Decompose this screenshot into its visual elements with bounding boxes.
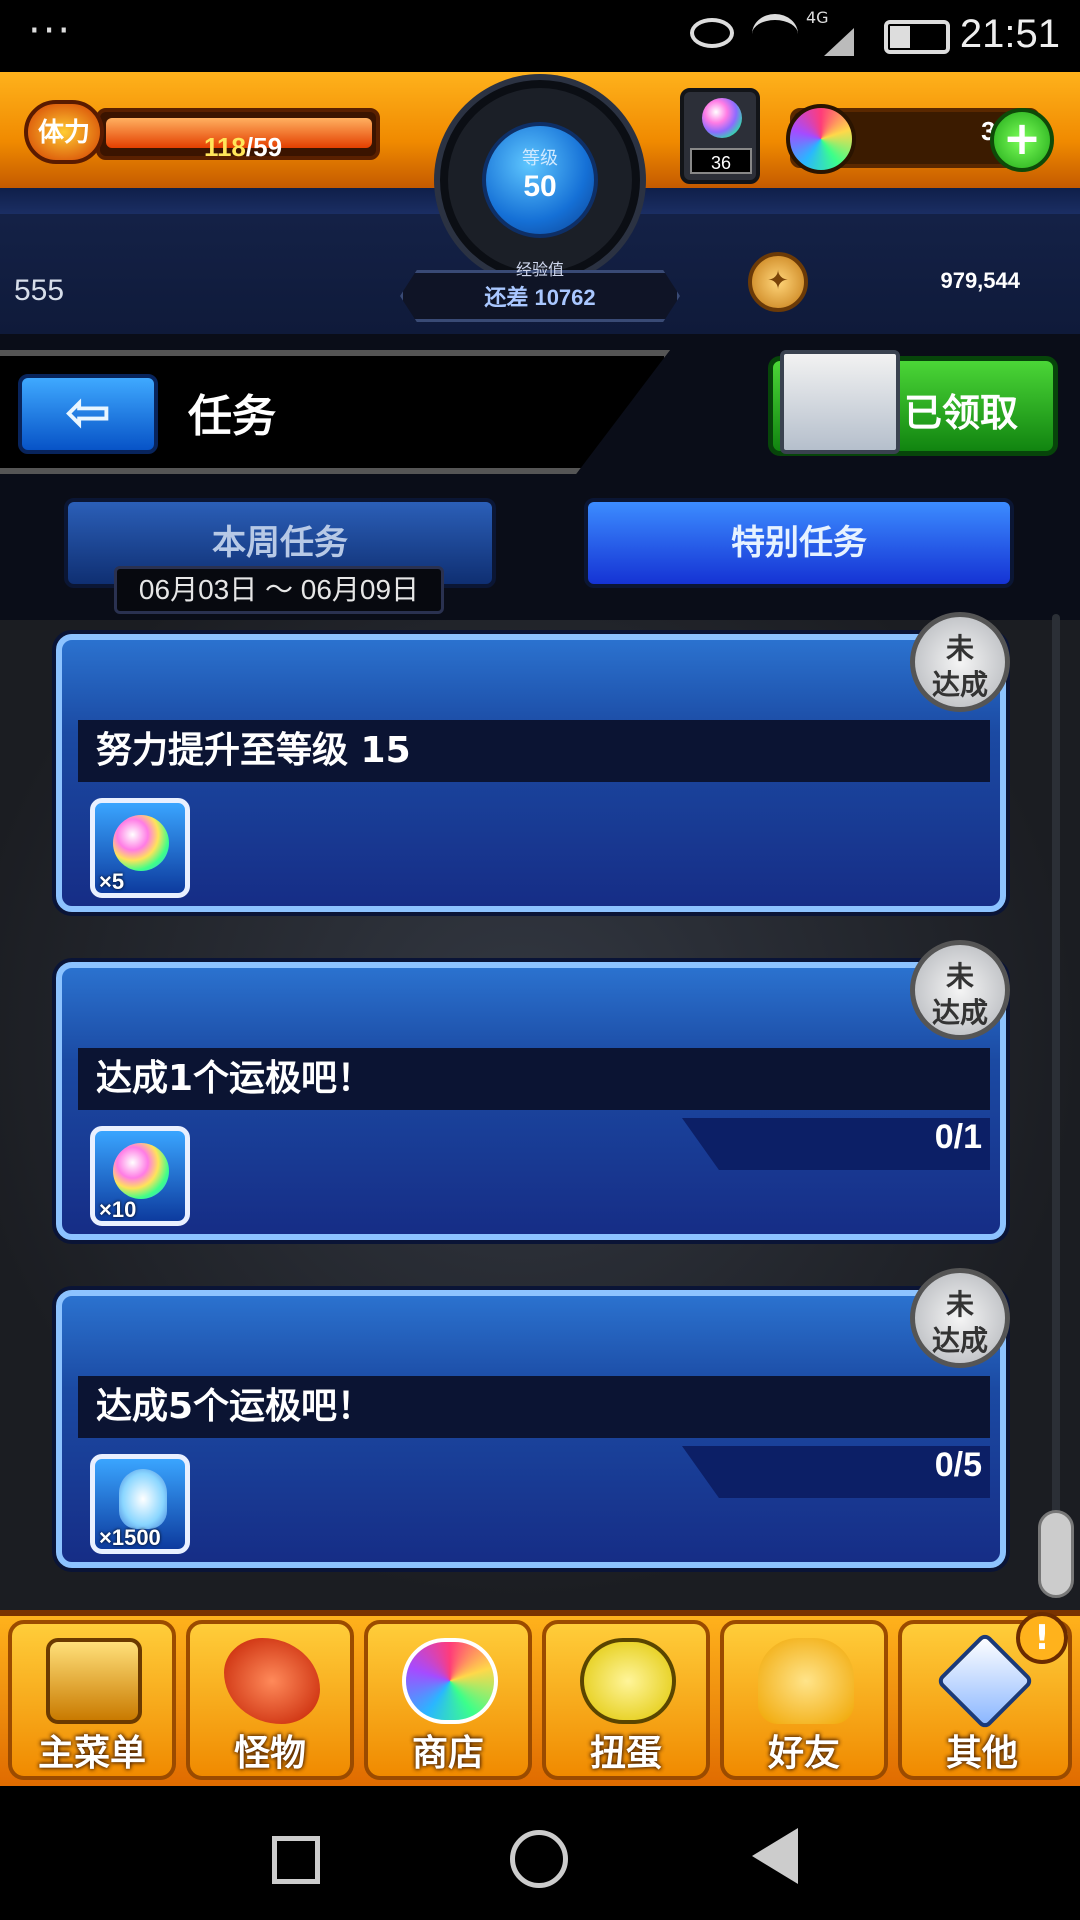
reward-item: ×5 bbox=[90, 798, 190, 898]
network-type: 4G bbox=[806, 8, 829, 27]
alert-badge: ! bbox=[1016, 1612, 1068, 1664]
level-badge: 等级 50 bbox=[482, 122, 598, 238]
tab-special[interactable]: 特别任务 bbox=[584, 498, 1014, 588]
orb-icon bbox=[113, 1143, 169, 1199]
nav-main-menu[interactable]: 主菜单 bbox=[8, 1620, 176, 1780]
recent-apps-button[interactable] bbox=[272, 1836, 320, 1884]
level-ring[interactable]: 等级 50 bbox=[440, 80, 640, 280]
status-bar: ··· 4G 21:51 bbox=[0, 0, 1080, 72]
monster-icon bbox=[224, 1638, 320, 1724]
page-title: 任务 bbox=[188, 391, 276, 442]
mission-title: 努力提升至等级 15 bbox=[78, 720, 990, 782]
reward-item: ×10 bbox=[90, 1126, 190, 1226]
reward-quantity: ×1500 bbox=[99, 1525, 161, 1550]
mission-card[interactable]: 努力提升至等级 15 ×5 bbox=[56, 634, 1006, 912]
mission-progress: 0/5 bbox=[934, 1446, 982, 1484]
egg-icon bbox=[580, 1638, 676, 1724]
weekly-date-range: 06月03日 ～ 06月09日 bbox=[114, 566, 444, 614]
signal-icon bbox=[814, 28, 854, 56]
battery-icon bbox=[884, 20, 950, 54]
orb-icon bbox=[402, 1638, 498, 1724]
player-id: 555 bbox=[14, 274, 65, 307]
nav-label: 商店 bbox=[411, 1733, 484, 1774]
reward-item: ×1500 bbox=[90, 1454, 190, 1554]
nav-label: 主菜单 bbox=[37, 1733, 146, 1774]
nav-shop[interactable]: 商店 bbox=[364, 1620, 532, 1780]
nav-friends[interactable]: 好友 bbox=[720, 1620, 888, 1780]
mission-title: 达成5个运极吧！ bbox=[78, 1376, 990, 1438]
egg-count: 36 bbox=[690, 148, 752, 174]
orb-icon bbox=[786, 104, 856, 174]
stamina-value: 118/59 bbox=[203, 132, 283, 162]
friends-icon bbox=[758, 1638, 854, 1724]
nav-label: 其他 bbox=[945, 1733, 1018, 1774]
reward-quantity: ×10 bbox=[99, 1197, 137, 1222]
scrollbar-track[interactable] bbox=[1052, 614, 1060, 1594]
mission-progress: 0/1 bbox=[934, 1118, 982, 1156]
status-badge: 未 达成 bbox=[910, 612, 1010, 712]
mission-title: 达成1个运极吧！ bbox=[78, 1048, 990, 1110]
level-label: 等级 bbox=[522, 148, 558, 169]
menu-dots: ··· bbox=[28, 8, 73, 54]
status-badge: 未 达成 bbox=[910, 940, 1010, 1040]
book-icon bbox=[780, 350, 900, 454]
nav-label: 好友 bbox=[767, 1733, 840, 1774]
gold-amount: 979,544 bbox=[940, 268, 1020, 293]
stamina-badge: 体力 bbox=[24, 100, 104, 164]
nav-gacha[interactable]: 扭蛋 bbox=[542, 1620, 710, 1780]
claimed-label: 已领取 bbox=[904, 391, 1019, 435]
soul-icon bbox=[119, 1469, 167, 1529]
mission-card[interactable]: 达成1个运极吧！ 0/1 ×10 bbox=[56, 962, 1006, 1240]
nav-monster[interactable]: 怪物 bbox=[186, 1620, 354, 1780]
clock: 21:51 bbox=[959, 12, 1060, 56]
back-nav-button[interactable] bbox=[752, 1828, 798, 1884]
gate-icon bbox=[46, 1638, 142, 1724]
back-button[interactable]: ⇦ bbox=[18, 374, 158, 454]
exp-label: 经验值 bbox=[515, 260, 564, 279]
gold-coin-icon: ✦ bbox=[748, 252, 808, 312]
exp-remaining: 还差 10762 bbox=[484, 285, 596, 310]
level-value: 50 bbox=[523, 170, 557, 203]
nav-label: 怪物 bbox=[233, 1733, 306, 1774]
orb-icon bbox=[113, 815, 169, 871]
buy-orb-button[interactable]: + bbox=[990, 108, 1054, 172]
egg-counter[interactable]: 36 bbox=[680, 88, 760, 184]
eye-icon bbox=[690, 18, 734, 48]
status-badge: 未 达成 bbox=[910, 1268, 1010, 1368]
egg-icon bbox=[702, 98, 742, 138]
wifi-icon bbox=[752, 14, 798, 54]
scrollbar-thumb[interactable] bbox=[1038, 1510, 1074, 1598]
nav-label: 扭蛋 bbox=[589, 1733, 662, 1774]
reward-quantity: ×5 bbox=[99, 869, 125, 894]
home-button[interactable] bbox=[510, 1830, 568, 1888]
mission-card[interactable]: 达成5个运极吧！ 0/5 ×1500 bbox=[56, 1290, 1006, 1568]
